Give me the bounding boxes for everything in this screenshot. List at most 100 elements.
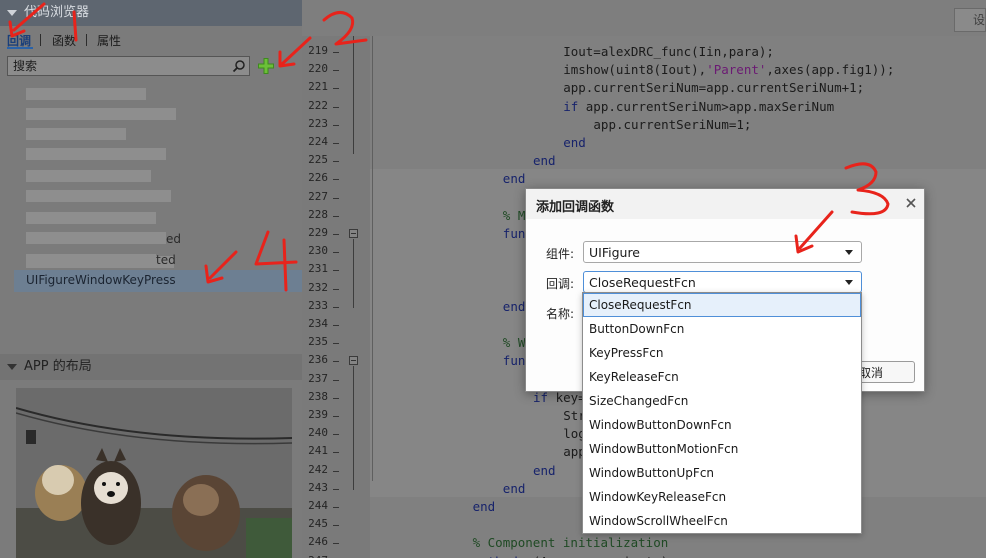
code-line[interactable]: end (503, 171, 526, 186)
breakpoint-marker[interactable] (333, 306, 339, 308)
fold-toggle-icon[interactable] (349, 229, 358, 238)
component-value: UIFigure (589, 245, 641, 260)
dropdown-option[interactable]: SizeChangedFcn (583, 389, 861, 413)
breakpoint-marker[interactable] (333, 252, 339, 254)
fold-guide (353, 366, 354, 490)
search-icon[interactable] (232, 59, 246, 73)
blurred-callback-item[interactable] (26, 170, 151, 182)
dropdown-option[interactable]: CloseRequestFcn (583, 293, 861, 317)
line-number: 244 (308, 499, 328, 512)
line-number: 222 (308, 98, 328, 112)
breakpoint-marker[interactable] (333, 270, 339, 272)
code-token: end (472, 499, 496, 514)
app-layout-header[interactable]: APP 的布局 (0, 354, 302, 380)
dropdown-option[interactable]: KeyReleaseFcn (583, 365, 861, 389)
chevron-down-icon[interactable] (845, 280, 853, 285)
line-number: 246 (308, 535, 328, 549)
chevron-down-icon[interactable] (845, 250, 853, 255)
code-line[interactable]: end (473, 499, 496, 514)
line-number-gutter: 219 220 221 222 223 224 225 226 227 228 229 230 231 2… (302, 36, 370, 558)
collapse-icon[interactable] (7, 10, 17, 16)
breakpoint-marker[interactable] (333, 234, 339, 235)
fold-guide (353, 36, 354, 155)
breakpoint-marker[interactable] (333, 325, 339, 326)
code-line[interactable]: Iout=alexDRC_func(Iin,para); (563, 44, 774, 59)
line-number: 245 (308, 517, 328, 531)
search-box[interactable] (7, 56, 250, 76)
fold-toggle-icon[interactable] (349, 356, 358, 366)
breakpoint-marker[interactable] (333, 543, 339, 545)
code-line[interactable]: end (503, 481, 526, 496)
breakpoint-marker[interactable] (333, 397, 339, 399)
breakpoint-marker[interactable] (333, 470, 339, 472)
blurred-callback-item[interactable] (26, 88, 146, 100)
blurred-callback-item[interactable] (26, 108, 176, 120)
breakpoint-marker[interactable] (333, 52, 339, 53)
breakpoint-marker[interactable] (333, 507, 339, 508)
breakpoint-marker[interactable] (333, 525, 339, 527)
breakpoint-marker[interactable] (333, 179, 339, 181)
dropdown-option[interactable]: ButtonDownFcn (583, 317, 861, 341)
component-select[interactable]: UIFigure (583, 241, 862, 263)
code-line[interactable]: end (533, 153, 556, 168)
breakpoint-marker[interactable] (333, 434, 339, 436)
cancel-button[interactable]: 取消 (853, 361, 915, 383)
code-line[interactable]: app.currentSeriNum=app.currentSeriNum+1; (563, 80, 864, 95)
breakpoint-marker[interactable] (333, 197, 339, 199)
breakpoint-marker[interactable] (333, 416, 339, 417)
dropdown-option[interactable]: WindowButtonMotionFcn (583, 437, 861, 461)
breakpoint-marker[interactable] (333, 124, 339, 126)
collapse-icon[interactable] (7, 364, 17, 370)
code-line[interactable]: % Component initialization (473, 535, 669, 550)
code-line[interactable]: imshow(uint8(Iout),'Parent',axes(app.fig… (563, 62, 894, 77)
tab-properties[interactable]: 属性 (97, 32, 121, 49)
callback-item-partial[interactable]: ed (166, 230, 181, 248)
blurred-callback-item[interactable] (26, 190, 171, 202)
callback-item-selected[interactable]: UIFigureWindowKeyPress (14, 270, 302, 292)
dropdown-option[interactable]: WindowScrollWheelFcn (583, 509, 861, 533)
breakpoint-marker[interactable] (333, 106, 339, 108)
breakpoint-marker[interactable] (333, 143, 339, 144)
line-number: 231 (308, 262, 328, 276)
search-input[interactable] (8, 57, 228, 75)
dropdown-option[interactable]: WindowButtonDownFcn (583, 413, 861, 437)
code-line[interactable]: if app.currentSeriNum>app.maxSeriNum (563, 99, 834, 114)
breakpoint-marker[interactable] (333, 361, 339, 363)
dropdown-option[interactable]: KeyPressFcn (583, 341, 861, 365)
blurred-callback-item[interactable] (26, 148, 166, 160)
close-icon[interactable] (905, 197, 917, 209)
code-line[interactable]: end (503, 299, 526, 314)
dropdown-option[interactable]: WindowKeyReleaseFcn (583, 485, 861, 509)
breakpoint-marker[interactable] (333, 288, 339, 290)
dropdown-option[interactable]: WindowButtonUpFcn (583, 461, 861, 485)
blurred-callback-item[interactable] (26, 128, 126, 140)
code-token: % Component initialization (472, 535, 669, 551)
blurred-callback-item[interactable] (26, 254, 156, 266)
breakpoint-marker[interactable] (333, 88, 339, 90)
blurred-callback-item[interactable] (26, 232, 166, 244)
toolbar-button-partial[interactable]: 设 (954, 8, 986, 32)
breakpoint-marker[interactable] (333, 488, 339, 490)
code-line[interactable]: end (533, 463, 556, 478)
code-token: end (563, 135, 586, 150)
code-line[interactable]: methods (Access = private) (473, 554, 669, 558)
breakpoint-marker[interactable] (333, 161, 339, 163)
code-browser-header[interactable]: 代码浏览器 (0, 0, 302, 26)
line-number: 232 (308, 280, 328, 294)
callback-item-partial[interactable]: ted (156, 251, 176, 269)
breakpoint-marker[interactable] (333, 70, 339, 72)
add-callback-plus-icon[interactable] (257, 57, 275, 75)
code-line[interactable]: app.currentSeriNum=1; (593, 117, 751, 132)
tab-functions[interactable]: 函数 (52, 32, 76, 49)
breakpoint-marker[interactable] (333, 452, 339, 454)
line-number: 229 (308, 226, 328, 239)
breakpoint-marker[interactable] (333, 379, 339, 381)
code-line[interactable]: end (563, 135, 586, 150)
breakpoint-marker[interactable] (333, 343, 339, 345)
breakpoint-marker[interactable] (333, 215, 339, 217)
line-number: 239 (308, 408, 328, 421)
blurred-callback-item[interactable] (26, 212, 156, 224)
line-number: 238 (308, 389, 328, 403)
callback-select[interactable]: CloseRequestFcn (583, 271, 862, 293)
app-layout-title: APP 的布局 (24, 359, 92, 374)
